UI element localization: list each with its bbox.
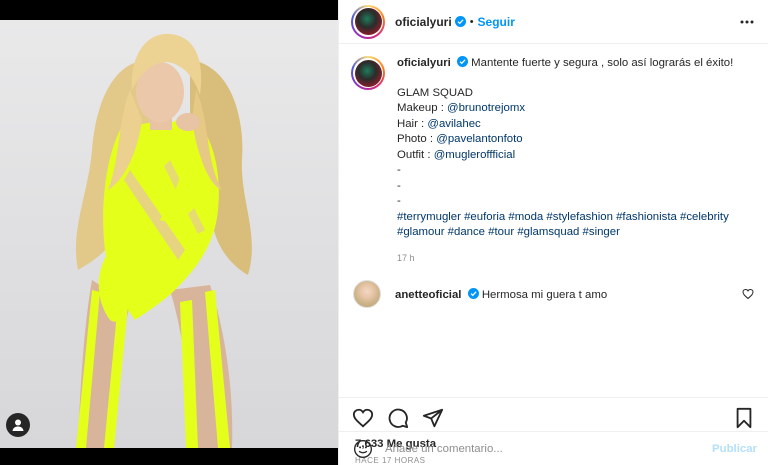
hashtags-line-1[interactable]: #terrymugler #euforia #moda #stylefashio… (397, 210, 756, 226)
author-username[interactable]: oficialyuri (395, 15, 452, 29)
mention-link[interactable]: @mugleroffficial (434, 149, 515, 161)
media-bottom-bar (0, 448, 338, 465)
bookmark-icon[interactable] (732, 406, 756, 430)
caption-line: - (397, 194, 756, 210)
more-options-icon[interactable] (738, 13, 756, 31)
publish-button[interactable]: Publicar (712, 443, 757, 455)
emoji-icon[interactable] (353, 439, 373, 459)
caption-line: - (397, 163, 756, 179)
comments-section: oficialyuri Mantente fuerte y segura , s… (339, 44, 768, 398)
caption-line-label: Makeup : (397, 102, 448, 114)
post-header: oficialyuri • Seguir (339, 0, 768, 44)
caption-line: Outfit : @mugleroffficial (397, 148, 756, 164)
heart-glyph (352, 408, 374, 428)
caption: oficialyuri Mantente fuerte y segura , s… (351, 56, 756, 266)
comment-icon[interactable] (386, 406, 410, 430)
caption-timestamp: 17 h (397, 252, 415, 263)
caption-line-label: Outfit : (397, 148, 434, 161)
caption-line: GLAM SQUAD (397, 86, 756, 102)
caption-line-label: - (397, 164, 401, 176)
caption-line-label: GLAM SQUAD (397, 86, 473, 99)
commenter-username[interactable]: anetteoficial (395, 289, 461, 301)
caption-text: Mantente fuerte y segura , solo así logr… (471, 57, 734, 69)
more-dots-glyph (740, 20, 754, 23)
instagram-post-view: oficialyuri • Seguir oficialyuri Mantent… (0, 0, 768, 465)
commenter-verified-badge-icon (467, 287, 479, 299)
bookmark-glyph (736, 407, 752, 429)
add-comment-bar: Publicar (339, 431, 768, 465)
verified-badge-icon (454, 16, 466, 27)
caption-first-line: oficialyuri Mantente fuerte y segura , s… (397, 56, 756, 72)
comment-like-heart-icon[interactable] (742, 288, 754, 300)
caption-line: Photo : @pavelantonfoto (397, 132, 756, 148)
heart-icon[interactable] (351, 406, 375, 430)
photo-illustration (75, 33, 252, 448)
author-avatar[interactable] (351, 4, 385, 39)
share-glyph (422, 408, 444, 428)
author-avatar-border (353, 6, 383, 37)
caption-username[interactable]: oficialyuri (397, 57, 451, 69)
caption-line-label: Photo : (397, 133, 437, 145)
author-avatar-image (354, 8, 382, 35)
post-media (0, 0, 338, 465)
mention-link[interactable]: @avilahec (427, 118, 480, 130)
caption-line: Hair : @avilahec (397, 117, 756, 133)
caption-line-label: - (397, 179, 401, 192)
caption-line-label: Hair : (397, 117, 428, 130)
follow-button[interactable]: Seguir (478, 15, 515, 29)
user-tag-icon[interactable] (6, 413, 30, 437)
commenter-avatar[interactable] (353, 280, 381, 308)
comment-item: anetteoficial Hermosa mi guera t amo (351, 280, 756, 308)
header-separator: • (469, 15, 474, 28)
caption-author-avatar[interactable] (351, 56, 385, 90)
caption-line-label: - (397, 195, 401, 207)
share-icon[interactable] (421, 406, 445, 430)
caption-verified-badge-icon (456, 56, 468, 67)
caption-line: Makeup : @brunotrejomx (397, 101, 756, 117)
hashtags-line-2[interactable]: #glamour #dance #tour #glamsquad #singer (397, 225, 756, 241)
comment-content: anetteoficial Hermosa mi guera t amo (395, 287, 608, 301)
mention-link[interactable]: @pavelantonfoto (436, 133, 522, 145)
post-photo[interactable] (0, 20, 338, 448)
comment-glyph (388, 408, 409, 429)
caption-body: oficialyuri Mantente fuerte y segura , s… (397, 56, 756, 266)
user-tag-glyph (12, 419, 24, 431)
comment-input[interactable] (385, 442, 713, 455)
caption-avatar-border (353, 58, 383, 88)
comment-text: Hermosa mi guera t amo (481, 288, 608, 301)
caption-line: - (397, 179, 756, 195)
media-top-bar (0, 0, 338, 20)
mention-link[interactable]: @brunotrejomx (447, 102, 525, 114)
caption-avatar-image (354, 59, 382, 87)
post-side-panel: oficialyuri • Seguir oficialyuri Mantent… (338, 0, 768, 465)
